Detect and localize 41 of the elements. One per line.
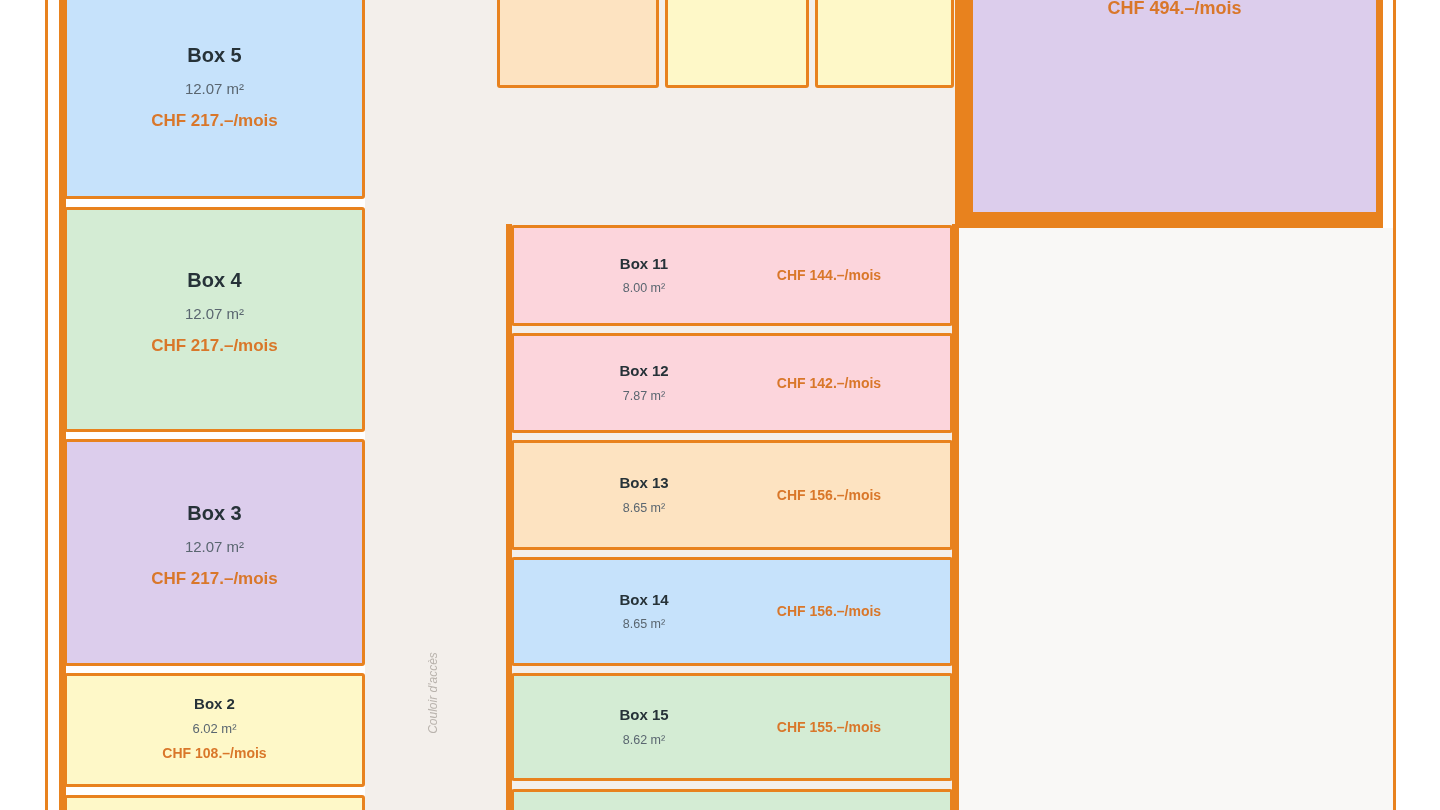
storage-unit[interactable]: Box 11 8.00 m² CHF 144.–/mois bbox=[511, 225, 953, 326]
unit-price: CHF 217.–/mois bbox=[151, 110, 278, 132]
unit-area: 12.07 m² bbox=[184, 77, 245, 100]
unit-area: 12.07 m² bbox=[184, 535, 245, 558]
storage-unit[interactable] bbox=[497, 0, 659, 88]
storage-unit[interactable]: Box 3 12.07 m² CHF 217.–/mois bbox=[64, 439, 365, 666]
unit-price: CHF 217.–/mois bbox=[151, 568, 278, 590]
unit-name: Box 15 bbox=[619, 705, 669, 726]
unit-price: CHF 108.–/mois bbox=[162, 743, 267, 763]
unit-price: CHF 217.–/mois bbox=[151, 335, 278, 357]
unit-area: 7.87 m² bbox=[622, 386, 666, 406]
unit-name: Box 4 bbox=[187, 267, 242, 293]
unit-name: Box 5 bbox=[187, 42, 242, 68]
storage-unit[interactable]: Box 15 8.62 m² CHF 155.–/mois bbox=[511, 673, 953, 781]
storage-unit[interactable]: Box 2 6.02 m² CHF 108.–/mois bbox=[64, 673, 365, 787]
unit-area: 8.00 m² bbox=[622, 279, 666, 299]
unit-area: 8.65 m² bbox=[622, 615, 666, 635]
unit-price: CHF 494.–/mois bbox=[1107, 0, 1242, 20]
unit-area: 12.07 m² bbox=[184, 302, 245, 325]
unit-price: CHF 156.–/mois bbox=[776, 602, 882, 621]
unit-name: Box 14 bbox=[619, 589, 669, 610]
unit-name: Box 2 bbox=[194, 693, 235, 714]
storage-unit[interactable]: Box 12 7.87 m² CHF 142.–/mois bbox=[511, 333, 953, 433]
unit-name: Box 3 bbox=[187, 500, 242, 526]
unit-price: CHF 155.–/mois bbox=[776, 717, 882, 737]
storage-unit[interactable]: Box 5 12.07 m² CHF 217.–/mois bbox=[64, 0, 365, 199]
unit-name: Box 11 bbox=[619, 253, 669, 274]
unit-name: Box 13 bbox=[619, 473, 669, 494]
storage-unit[interactable]: Box 4 12.07 m² CHF 217.–/mois bbox=[64, 207, 365, 432]
unit-area: 8.62 m² bbox=[622, 730, 666, 750]
storage-unit[interactable]: Box 14 8.65 m² CHF 156.–/mois bbox=[511, 557, 953, 666]
storage-unit[interactable]: Box 13 8.65 m² CHF 156.–/mois bbox=[511, 440, 953, 550]
corridor-label: Couloir d'accès bbox=[425, 652, 441, 734]
storage-unit[interactable] bbox=[665, 0, 809, 88]
unit-name: Box 12 bbox=[619, 361, 669, 382]
unit-area: 8.65 m² bbox=[622, 498, 666, 518]
unit-price: CHF 142.–/mois bbox=[776, 373, 882, 393]
unit-price: CHF 156.–/mois bbox=[776, 485, 882, 505]
unit-area: 6.02 m² bbox=[192, 719, 237, 739]
unit-price: CHF 144.–/mois bbox=[776, 266, 882, 285]
storage-unit[interactable] bbox=[815, 0, 954, 88]
